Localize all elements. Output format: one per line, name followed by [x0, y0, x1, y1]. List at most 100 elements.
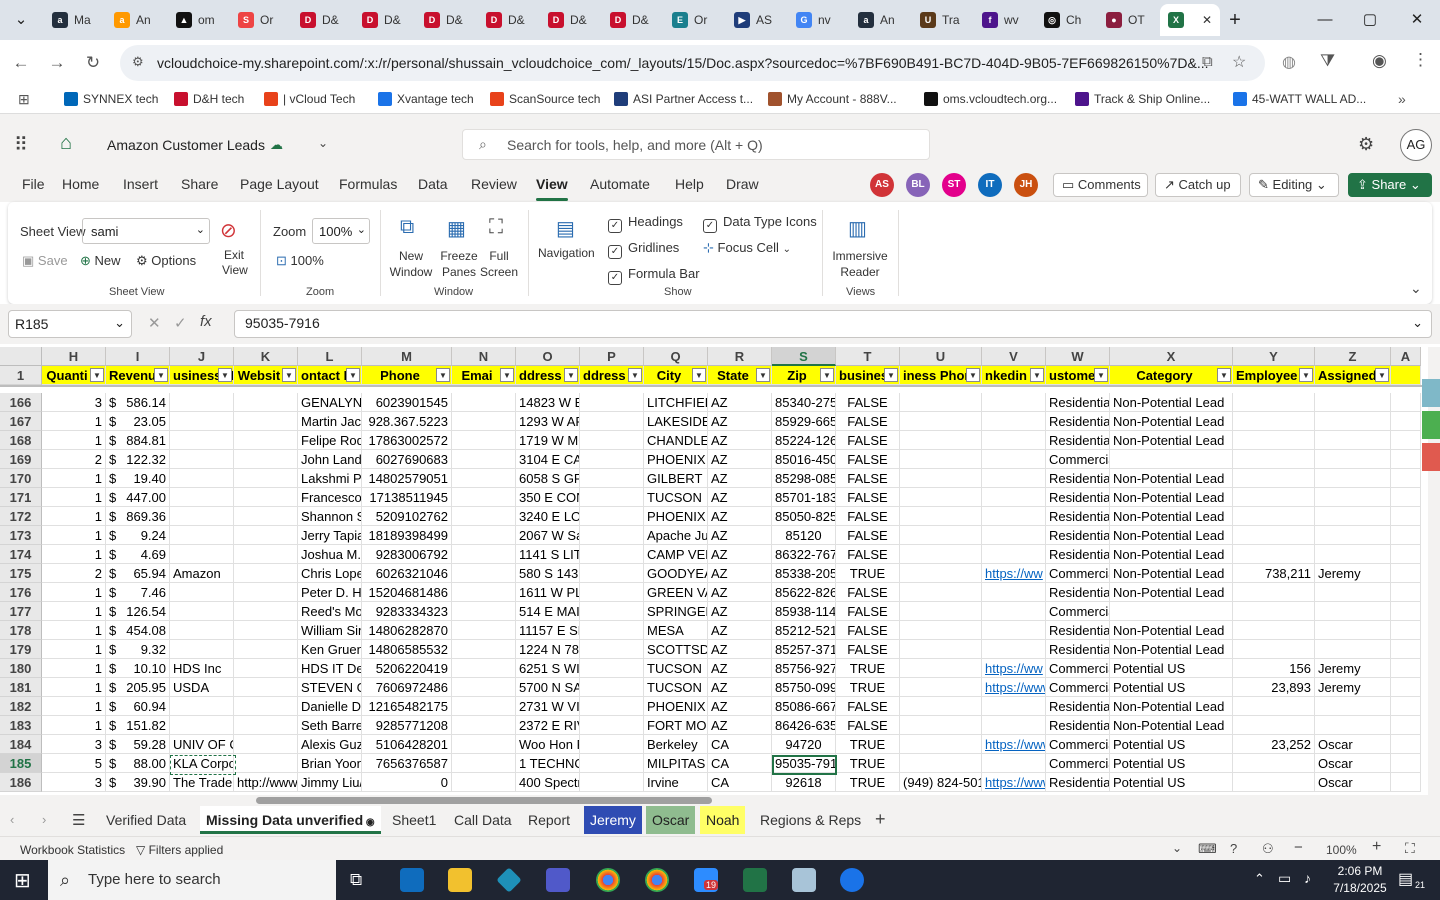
table-cell[interactable]: 738,211 — [1233, 564, 1315, 583]
column-header[interactable]: I — [106, 347, 170, 366]
table-cell[interactable] — [234, 564, 298, 583]
row-header[interactable]: 175 — [0, 564, 42, 583]
filter-dropdown-icon[interactable]: ▼ — [1217, 368, 1231, 382]
table-cell[interactable]: 5700 N SABINO CANY — [516, 678, 580, 697]
table-cell[interactable] — [982, 754, 1046, 773]
table-cell[interactable]: TRUE — [836, 773, 900, 792]
table-cell[interactable]: Non-Potential Lead — [1110, 545, 1233, 564]
volume-icon[interactable]: ♪ — [1304, 870, 1311, 886]
filter-dropdown-icon[interactable]: ▼ — [1375, 368, 1389, 382]
table-cell[interactable] — [234, 583, 298, 602]
table-cell[interactable]: AZ — [708, 488, 772, 507]
bookmark-item[interactable]: D&H tech — [174, 92, 244, 106]
table-cell[interactable]: Peter D. Ha — [298, 583, 362, 602]
header-cell[interactable]: Phone ▼ — [362, 366, 452, 385]
table-cell[interactable]: $7.46 — [106, 583, 170, 602]
table-cell[interactable]: http://www.f — [234, 773, 298, 792]
table-cell[interactable]: 1 — [42, 545, 106, 564]
table-cell[interactable] — [1315, 431, 1391, 450]
table-cell[interactable] — [580, 640, 644, 659]
table-cell[interactable] — [1391, 469, 1421, 488]
table-cell[interactable] — [234, 602, 298, 621]
spreadsheet-grid[interactable]: HIJKLMNOPQRSTUVWXYZA 1 Quanti ▼ Revenu ▼ usin… — [0, 347, 1440, 795]
row-header[interactable]: 173 — [0, 526, 42, 545]
data-type-icons-checkbox[interactable]: ✓ Data Type Icons — [703, 214, 817, 233]
horizontal-scroll-thumb[interactable] — [256, 797, 712, 804]
table-cell[interactable]: 6251 S WILMOT RD — [516, 659, 580, 678]
header-cell[interactable]: ddress L ▼ — [516, 366, 580, 385]
table-cell[interactable] — [900, 716, 982, 735]
table-cell[interactable]: 85257-3715 — [772, 640, 836, 659]
table-cell[interactable] — [1391, 754, 1421, 773]
immersive-reader-button[interactable]: Immersive Reader — [830, 248, 890, 280]
table-cell[interactable]: TRUE — [836, 678, 900, 697]
table-cell[interactable] — [1233, 545, 1315, 564]
table-cell[interactable]: 1 — [42, 469, 106, 488]
table-cell[interactable]: UNIV OF CALIFORNIA — [170, 735, 234, 754]
table-cell[interactable]: AZ — [708, 545, 772, 564]
settings-gear-icon[interactable]: ⚙ — [1358, 134, 1374, 155]
row-header[interactable]: 183 — [0, 716, 42, 735]
table-cell[interactable]: 1 — [42, 583, 106, 602]
browser-tab[interactable]: D D& — [416, 4, 476, 36]
row-header[interactable]: 184 — [0, 735, 42, 754]
chrome-profile-icon[interactable] — [645, 868, 669, 892]
table-cell[interactable]: Reed's Mot — [298, 602, 362, 621]
table-cell[interactable] — [1391, 507, 1421, 526]
table-cell[interactable] — [1315, 507, 1391, 526]
table-cell[interactable]: AZ — [708, 526, 772, 545]
browser-tab[interactable]: ◎ Ch — [1036, 4, 1096, 36]
table-cell[interactable]: Non-Potential Lead — [1110, 640, 1233, 659]
table-cell[interactable] — [580, 545, 644, 564]
tray-chevron-up-icon[interactable]: ⌃ — [1254, 871, 1265, 887]
header-cell[interactable]: Employee C ▼ — [1233, 366, 1315, 385]
sheet-tab[interactable]: Call Data — [448, 806, 518, 834]
table-cell[interactable]: 5 — [42, 754, 106, 773]
table-cell[interactable]: AZ — [708, 697, 772, 716]
column-header[interactable]: O — [516, 347, 580, 366]
select-all-corner[interactable] — [0, 347, 42, 366]
table-cell[interactable]: 580 S 143RD AVE — [516, 564, 580, 583]
share-button[interactable]: ⇪ Share ⌄ — [1348, 173, 1432, 197]
table-cell[interactable] — [452, 488, 516, 507]
menu-page-layout[interactable]: Page Layout — [240, 176, 319, 192]
table-cell[interactable]: Residential — [1046, 697, 1110, 716]
table-cell[interactable] — [982, 488, 1046, 507]
status-chevron-down-icon[interactable]: ⌄ — [1172, 841, 1182, 855]
table-cell[interactable]: Irvine — [644, 773, 708, 792]
row-header[interactable]: 171 — [0, 488, 42, 507]
table-cell[interactable]: Oscar — [1315, 773, 1391, 792]
title-chevron-down-icon[interactable]: ⌄ — [318, 136, 328, 150]
browser-tab[interactable]: f wv — [974, 4, 1034, 36]
table-cell[interactable] — [580, 431, 644, 450]
menu-help[interactable]: Help — [675, 176, 704, 192]
table-cell[interactable] — [1233, 640, 1315, 659]
table-cell[interactable] — [452, 469, 516, 488]
table-cell[interactable] — [900, 678, 982, 697]
table-cell[interactable]: Oscar — [1315, 754, 1391, 773]
table-cell[interactable] — [580, 716, 644, 735]
table-cell[interactable]: $88.00 — [106, 754, 170, 773]
sheet-tab[interactable]: Jeremy — [584, 806, 642, 834]
table-cell[interactable]: 6026321046 — [362, 564, 452, 583]
table-cell[interactable]: 11157 E SEGURA AVE — [516, 621, 580, 640]
bookmark-star-icon[interactable]: ☆ — [1232, 52, 1246, 72]
table-cell[interactable] — [452, 412, 516, 431]
header-cell[interactable]: iness Phone ▼ — [900, 366, 982, 385]
menu-file[interactable]: File — [22, 176, 45, 192]
table-cell[interactable] — [1233, 621, 1315, 640]
remote-desktop-icon[interactable] — [792, 868, 816, 892]
table-cell[interactable] — [1233, 507, 1315, 526]
table-cell[interactable] — [234, 754, 298, 773]
table-cell[interactable] — [170, 526, 234, 545]
filter-dropdown-icon[interactable]: ▼ — [820, 368, 834, 382]
browser-tab[interactable]: ▲ om — [168, 4, 228, 36]
table-cell[interactable]: FALSE — [836, 583, 900, 602]
table-cell[interactable]: Chris Lopez — [298, 564, 362, 583]
full-screen-button[interactable]: Full Screen — [478, 248, 520, 280]
table-cell[interactable] — [1391, 431, 1421, 450]
table-cell[interactable]: 23,252 — [1233, 735, 1315, 754]
table-cell[interactable] — [1391, 678, 1421, 697]
table-cell[interactable]: Jeremy — [1315, 659, 1391, 678]
table-cell[interactable]: FALSE — [836, 697, 900, 716]
